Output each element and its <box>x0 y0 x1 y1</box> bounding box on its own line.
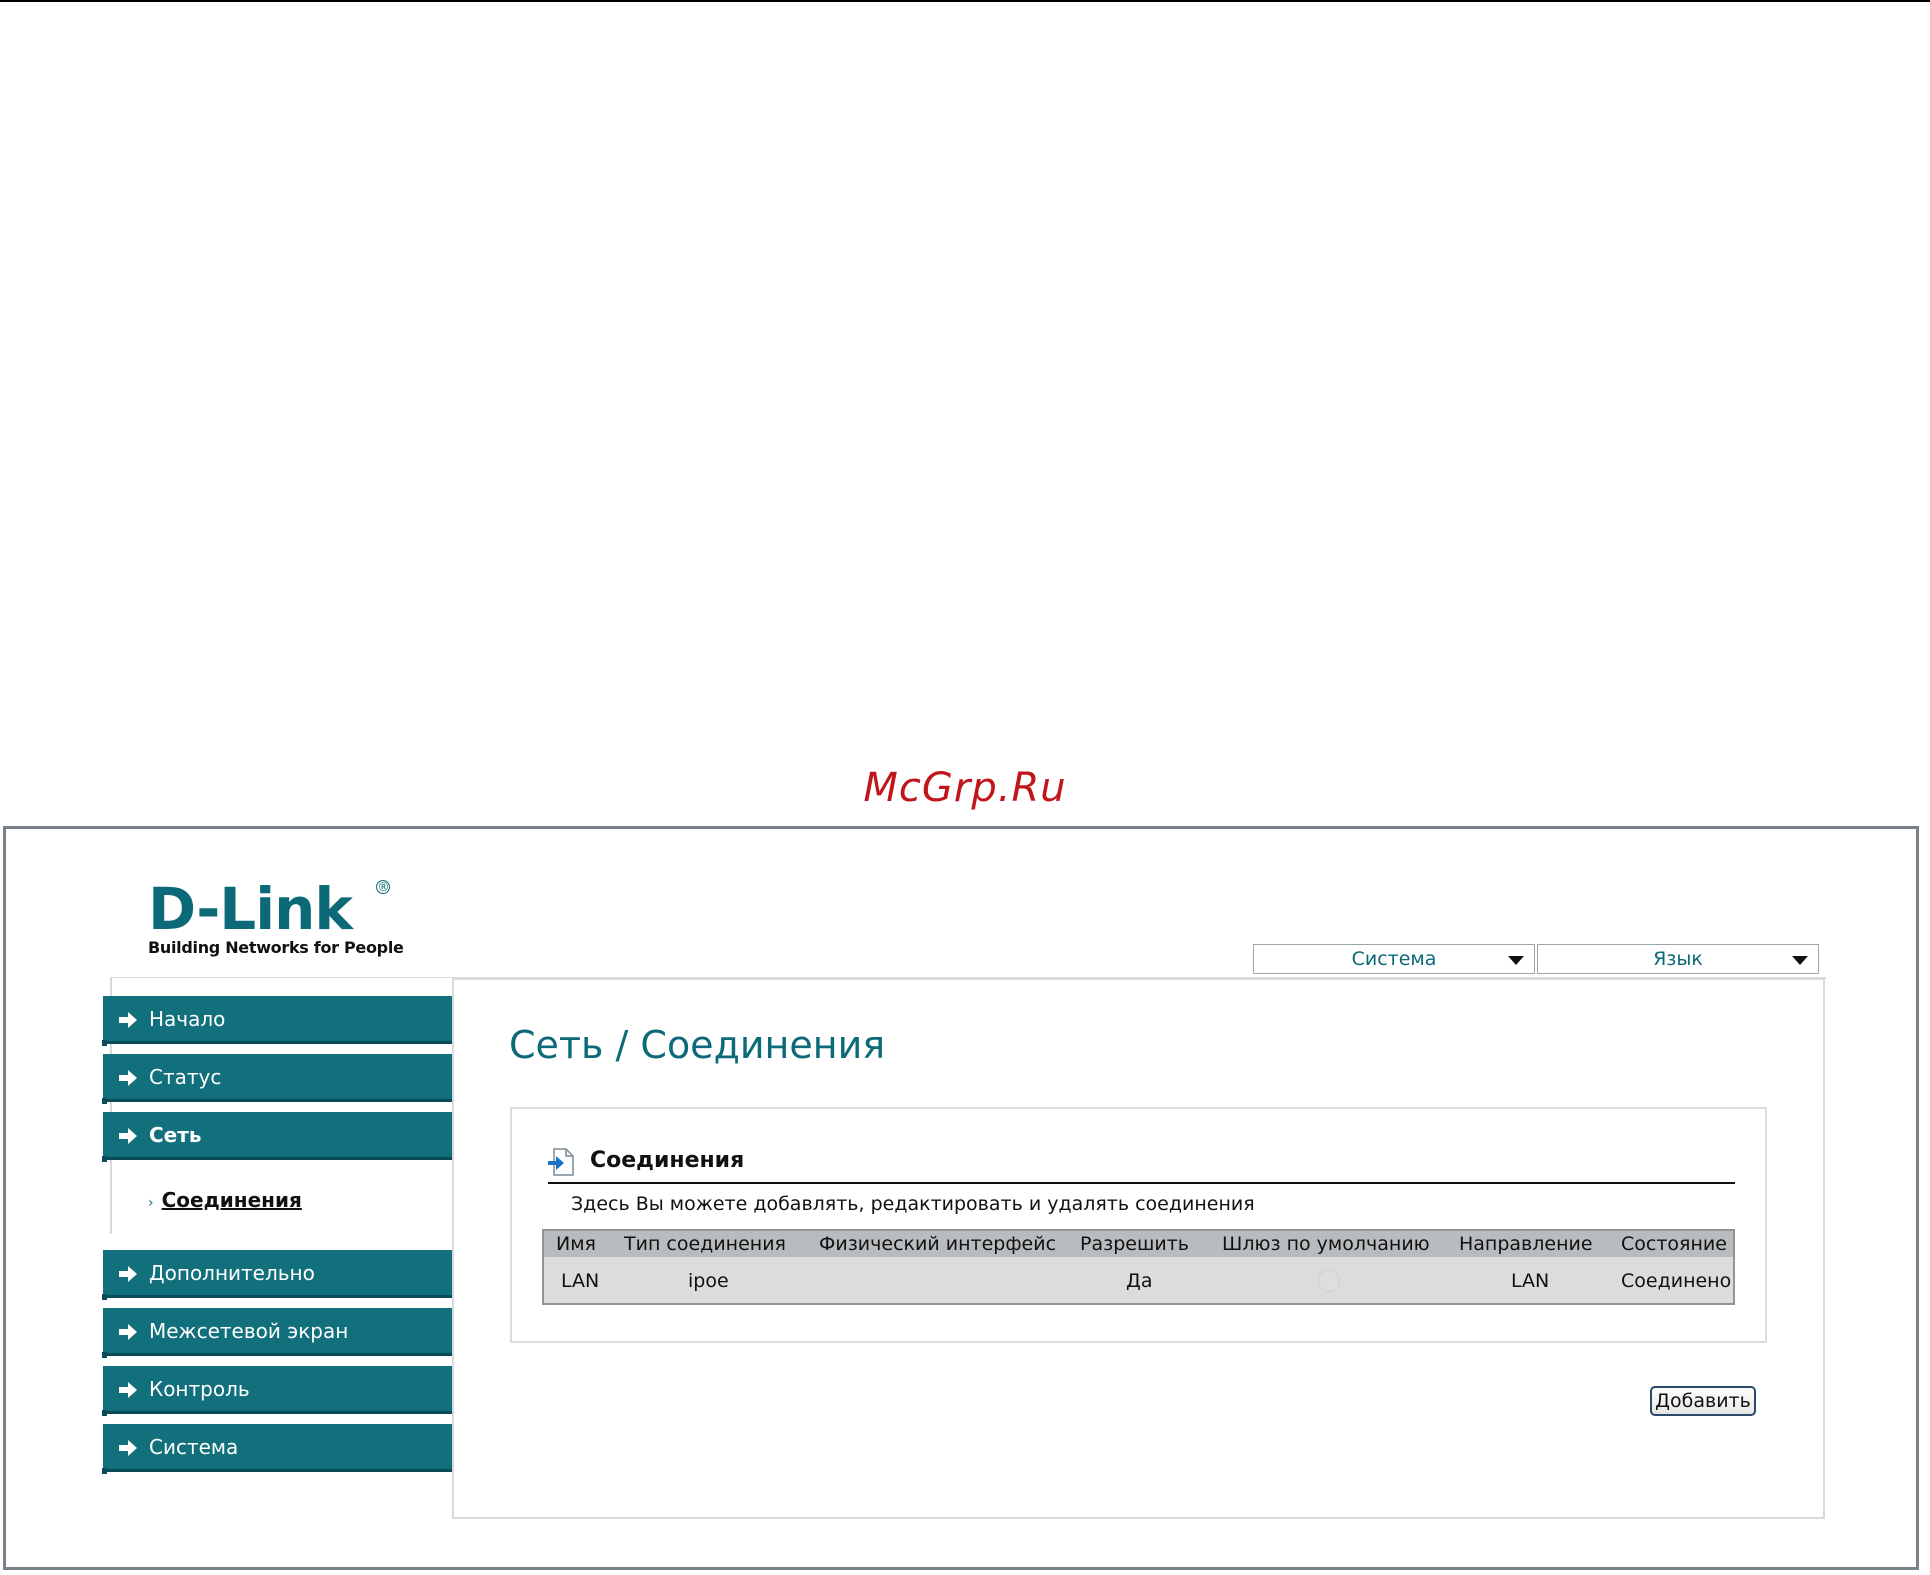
sidebar-item-start[interactable]: Начало <box>102 996 452 1046</box>
cell-status: Соединено <box>1621 1270 1732 1292</box>
sidebar-item-label: Дополнительно <box>149 1261 315 1285</box>
arrow-right-icon <box>119 1382 137 1398</box>
sidebar-item-control[interactable]: Контроль <box>102 1366 452 1416</box>
column-header-default-gateway: Шлюз по умолчанию <box>1222 1233 1430 1255</box>
system-menu-dropdown[interactable]: Система <box>1253 944 1535 974</box>
sidebar-item-label: Статус <box>149 1065 222 1089</box>
arrow-right-icon <box>119 1012 137 1028</box>
arrow-right-icon <box>119 1070 137 1086</box>
cell-enabled: Да <box>1126 1270 1153 1292</box>
sidebar-item-label: Контроль <box>149 1377 250 1401</box>
sidebar-item-status[interactable]: Статус <box>102 1054 452 1104</box>
column-header-name: Имя <box>556 1233 596 1255</box>
watermark: McGrp.Ru <box>863 765 1067 811</box>
cell-name[interactable]: LAN <box>561 1270 599 1292</box>
cell-type: ipoe <box>688 1270 729 1292</box>
arrow-right-icon <box>119 1128 137 1144</box>
registered-mark: ® <box>376 880 390 894</box>
sidebar-item-label: Система <box>149 1435 239 1459</box>
column-header-enabled: Разрешить <box>1080 1233 1189 1255</box>
cell-direction: LAN <box>1511 1270 1550 1292</box>
default-gateway-radio[interactable] <box>1318 1270 1340 1292</box>
arrow-right-icon <box>119 1324 137 1340</box>
sidebar-item-advanced[interactable]: Дополнительно <box>102 1250 452 1300</box>
column-header-type: Тип соединения <box>624 1233 786 1255</box>
dlink-logo: D-Link ® Building Networks for People <box>148 880 404 957</box>
column-header-status: Состояние <box>1621 1233 1727 1255</box>
connections-table: Имя Тип соединения Физический интерфейс … <box>542 1229 1735 1305</box>
sidebar-item-label: Начало <box>149 1007 226 1031</box>
document-arrow-icon <box>548 1148 574 1176</box>
table-header-row: Имя Тип соединения Физический интерфейс … <box>544 1231 1733 1257</box>
bullet-icon: › <box>148 1195 154 1211</box>
logo-text: D-Link <box>148 875 353 943</box>
group-description: Здесь Вы можете добавлять, редактировать… <box>571 1193 1255 1215</box>
connections-group-box <box>510 1107 1767 1343</box>
sidebar-item-firewall[interactable]: Межсетевой экран <box>102 1308 452 1358</box>
sidebar-item-label: Межсетевой экран <box>149 1319 349 1343</box>
sidebar-subitem-label: Соединения <box>161 1188 302 1212</box>
sidebar-item-network[interactable]: Сеть <box>102 1112 452 1162</box>
column-header-direction: Направление <box>1459 1233 1593 1255</box>
sidebar-item-label: Сеть <box>149 1123 202 1147</box>
add-button[interactable]: Добавить <box>1650 1386 1756 1416</box>
dropdown-arrow-icon <box>1508 956 1524 965</box>
column-header-interface: Физический интерфейс <box>819 1233 1057 1255</box>
top-rule <box>0 0 1930 2</box>
group-title: Соединения <box>590 1148 745 1173</box>
system-menu-label: Система <box>1351 948 1437 970</box>
language-menu-label: Язык <box>1653 948 1703 970</box>
page-title: Сеть / Соединения <box>509 1023 886 1067</box>
sidebar-subitem-connections[interactable]: › Соединения <box>148 1188 302 1212</box>
language-menu-dropdown[interactable]: Язык <box>1537 944 1819 974</box>
group-header: Соединения <box>548 1146 1735 1184</box>
dropdown-arrow-icon <box>1792 956 1808 965</box>
sidebar-item-system[interactable]: Система <box>102 1424 452 1474</box>
arrow-right-icon <box>119 1266 137 1282</box>
arrow-right-icon <box>119 1440 137 1456</box>
